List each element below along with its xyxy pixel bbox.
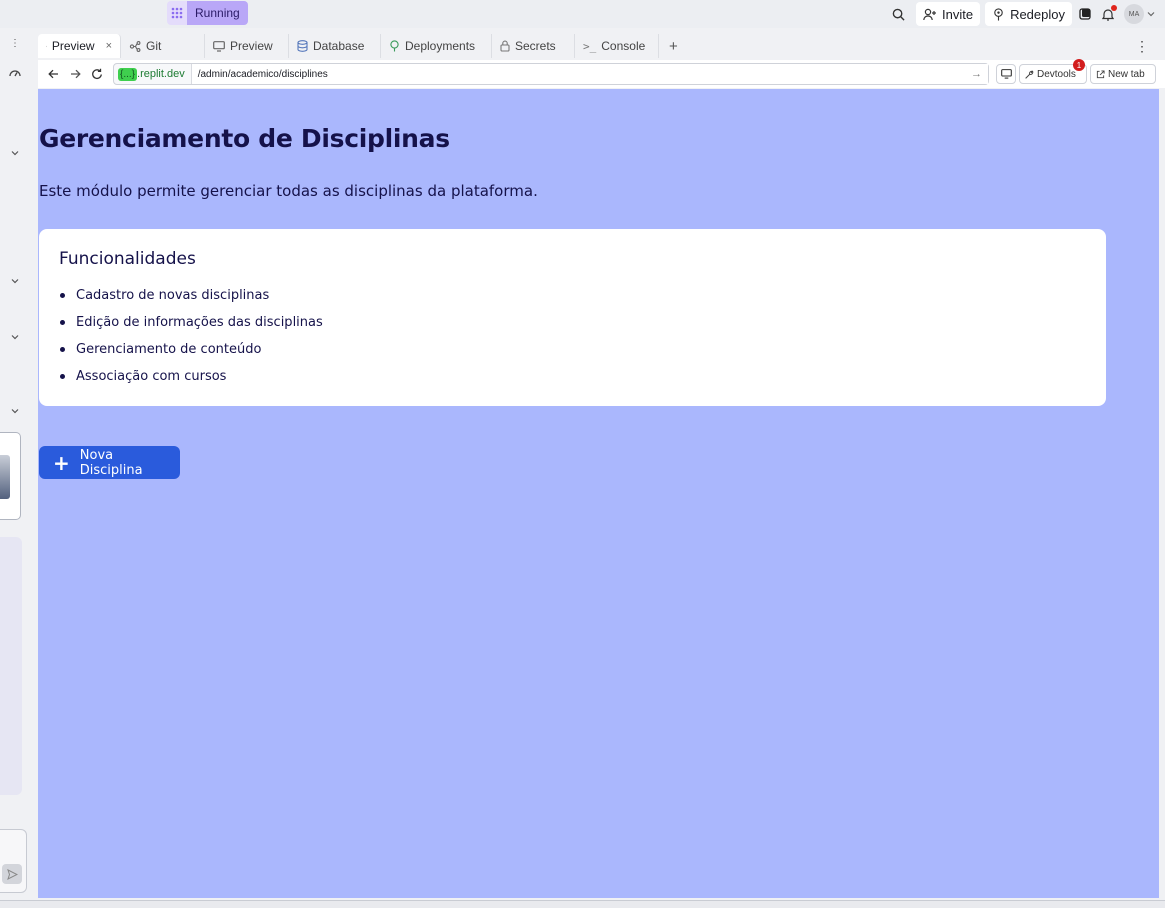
thumbnail-image (0, 455, 10, 499)
chevron-down-icon[interactable] (0, 277, 30, 285)
top-bar: Running Invite Redeploy MA (0, 0, 1165, 28)
tab-secrets[interactable]: Secrets (492, 34, 575, 58)
avatar: MA (1124, 4, 1144, 24)
deploy-icon (390, 40, 399, 52)
reload-icon (92, 68, 102, 80)
chat-panel (0, 537, 22, 795)
running-button[interactable]: Running (187, 1, 248, 25)
tab-label: Console (601, 39, 646, 53)
domain-text: .replit.dev (137, 68, 185, 80)
screenshot-thumbnail-card[interactable] (0, 432, 21, 520)
run-control[interactable]: Running (167, 1, 248, 25)
tab-bar: Preview × Git Preview Database Deploymen… (38, 34, 1165, 58)
list-item: Cadastro de novas disciplinas (59, 282, 1086, 309)
bottom-border (0, 900, 1165, 908)
more-options-icon[interactable]: ⋮ (0, 38, 30, 49)
tab-console[interactable]: >_ Console (575, 34, 659, 58)
page-title: Gerenciamento de Disciplinas (39, 124, 450, 153)
card-title: Funcionalidades (59, 249, 196, 269)
back-button[interactable] (42, 69, 64, 79)
devtools-button[interactable]: Devtools 1 (1019, 59, 1087, 84)
monitor-icon (1000, 69, 1012, 79)
external-link-icon (1096, 69, 1105, 78)
chevron-down-icon[interactable] (0, 149, 30, 157)
url-bar[interactable]: {...} .replit.dev /admin/academico/disci… (113, 63, 989, 85)
more-options-icon[interactable]: ⋮ (1135, 38, 1149, 55)
add-user-icon (923, 8, 936, 20)
add-tab-button[interactable]: + (659, 38, 688, 55)
chevron-down-icon[interactable] (0, 333, 30, 341)
tab-deployments[interactable]: Deployments (381, 34, 492, 58)
terminal-icon: >_ (583, 39, 597, 53)
list-item: Edição de informações das disciplinas (59, 309, 1086, 336)
tab-label: Deployments (405, 39, 476, 53)
reload-button[interactable] (86, 68, 108, 80)
invite-label: Invite (941, 6, 974, 22)
preview-pane: Gerenciamento de Disciplinas Este módulo… (38, 89, 1159, 898)
tab-label: Database (313, 39, 365, 53)
tab-label: Git (146, 39, 162, 53)
go-arrow-icon[interactable]: → (971, 64, 988, 84)
grid-icon (167, 1, 187, 25)
send-icon (6, 868, 18, 880)
window-toggle-button[interactable] (1074, 2, 1096, 26)
redeploy-label: Redeploy (1010, 6, 1065, 22)
forward-button[interactable] (64, 69, 86, 79)
git-icon (129, 40, 141, 52)
deploy-icon (994, 7, 1003, 21)
list-item: Associação com cursos (59, 363, 1086, 390)
arrow-right-icon (70, 69, 81, 79)
search-icon (892, 8, 905, 21)
url-domain: {...} .replit.dev (114, 64, 185, 84)
plus-icon: + (53, 450, 70, 475)
search-button[interactable] (885, 2, 912, 26)
device-preview-button[interactable] (996, 64, 1016, 84)
features-card: Funcionalidades Cadastro de novas discip… (39, 229, 1106, 406)
domain-prefix: {...} (118, 67, 138, 81)
chevron-down-icon (1147, 12, 1155, 17)
gauge-icon[interactable] (0, 68, 30, 78)
close-icon[interactable]: × (106, 40, 112, 52)
features-list: Cadastro de novas disciplinas Edição de … (59, 282, 1086, 390)
notification-dot (1111, 5, 1117, 11)
arrow-left-icon (47, 69, 58, 79)
devtools-badge: 1 (1073, 59, 1085, 71)
notifications-button[interactable] (1096, 2, 1120, 26)
tab-preview[interactable]: Preview (205, 34, 289, 58)
database-icon (297, 40, 308, 52)
devtools-label: Devtools (1037, 68, 1076, 80)
send-button[interactable] (2, 864, 22, 884)
tab-label: Secrets (515, 39, 556, 53)
lock-icon (500, 40, 510, 52)
new-tab-label: New tab (1108, 68, 1145, 80)
monitor-icon (46, 45, 47, 47)
wrench-icon (1025, 70, 1034, 79)
new-discipline-button[interactable]: + Nova Disciplina (39, 446, 180, 479)
tab-git[interactable]: Git (121, 34, 205, 58)
account-menu[interactable]: MA (1120, 2, 1165, 26)
tab-label: Preview (51, 39, 95, 53)
invite-button[interactable]: Invite (915, 2, 981, 26)
address-bar: {...} .replit.dev /admin/academico/disci… (38, 59, 1165, 88)
chevron-down-icon[interactable] (0, 407, 30, 415)
window-icon (1079, 8, 1091, 20)
monitor-icon (213, 40, 225, 52)
new-tab-button[interactable]: New tab (1090, 64, 1156, 84)
url-path[interactable]: /admin/academico/disciplines (190, 64, 971, 84)
page-description: Este módulo permite gerenciar todas as d… (39, 182, 538, 200)
tab-database[interactable]: Database (289, 34, 381, 58)
redeploy-button[interactable]: Redeploy (985, 2, 1072, 26)
new-discipline-label: Nova Disciplina (79, 447, 143, 478)
tab-label: Preview (230, 39, 273, 53)
tab-preview-active[interactable]: Preview × (38, 34, 121, 58)
list-item: Gerenciamento de conteúdo (59, 336, 1086, 363)
